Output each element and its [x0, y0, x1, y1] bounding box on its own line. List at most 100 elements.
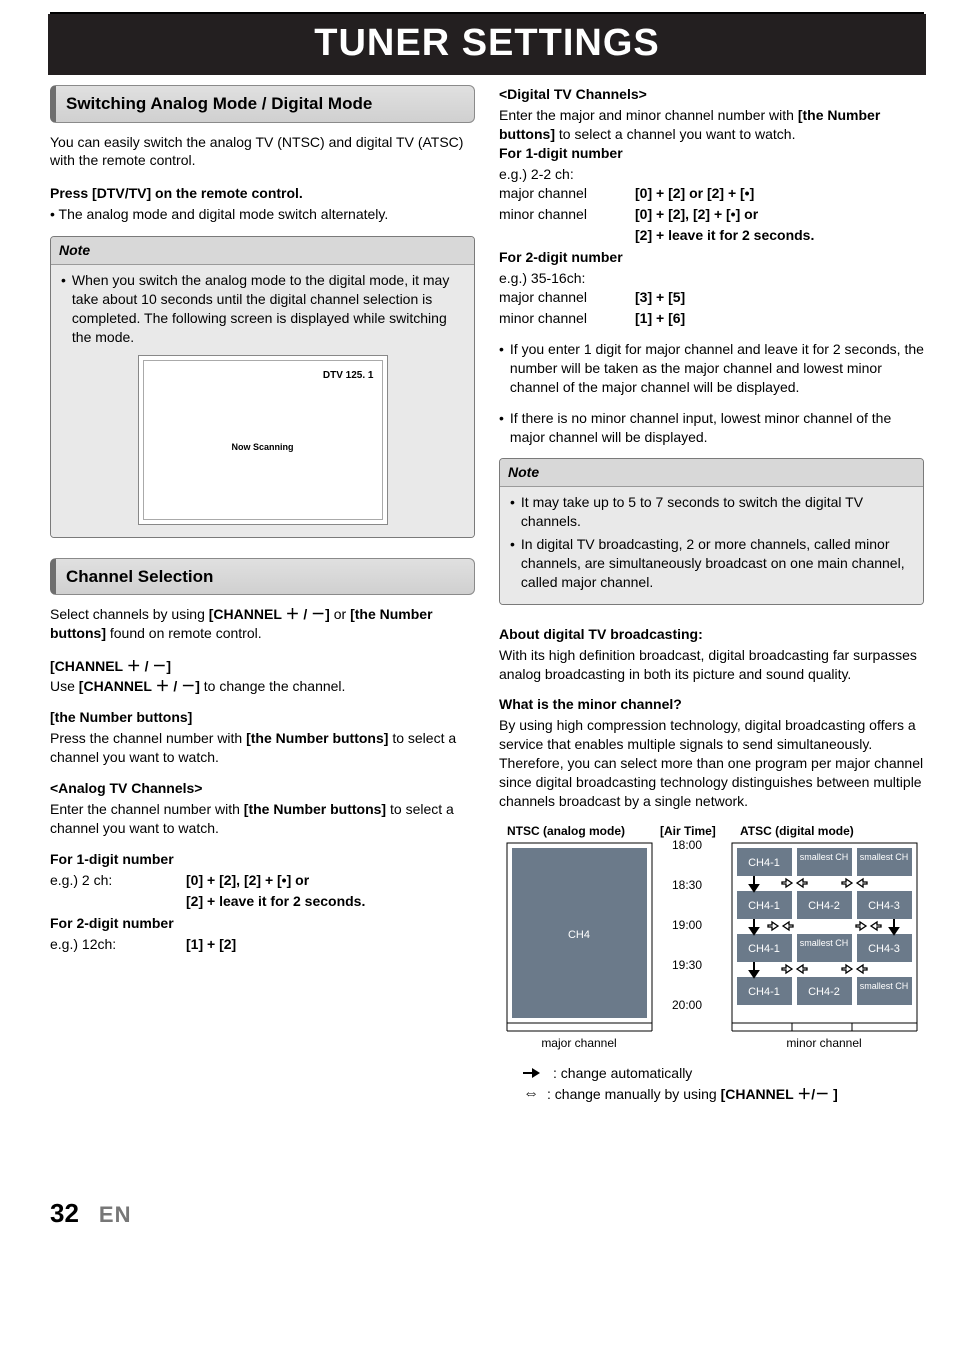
- number-buttons-body: Press the channel number with [the Numbe…: [50, 729, 475, 767]
- svg-text:CH4-2: CH4-2: [808, 900, 840, 912]
- note-heading: Note: [500, 459, 923, 487]
- t: Press the channel number with: [50, 730, 246, 746]
- t: or: [334, 606, 350, 622]
- page-title: TUNER SETTINGS: [48, 14, 926, 75]
- tv-status-msg: Now Scanning: [231, 441, 293, 453]
- note-text: When you switch the analog mode to the d…: [72, 271, 464, 347]
- svg-text:CH4-1: CH4-1: [748, 943, 780, 955]
- note-heading: Note: [51, 237, 474, 265]
- for1-eg-label: e.g.) 2 ch:: [50, 871, 170, 890]
- digital-head: <Digital TV Channels>: [499, 85, 924, 104]
- svg-text:20:00: 20:00: [671, 998, 701, 1012]
- t: [the Number buttons]: [244, 801, 386, 817]
- dia-atsc: ATSC (digital mode): [740, 824, 854, 838]
- for1-eg-line1: [0] + [2], [2] + [•] or: [186, 871, 475, 890]
- note-box-right: Note • It may take up to 5 to 7 seconds …: [499, 458, 924, 604]
- channel-pm-body: Use [CHANNEL ＋ / －] to change the channe…: [50, 677, 475, 696]
- what-p1: By using high compression technology, di…: [499, 716, 924, 754]
- r-for2-eg: e.g.) 35-16ch:: [499, 269, 924, 288]
- r-major-val: [0] + [2] or [2] + [•]: [635, 184, 924, 203]
- bullet-icon: •: [510, 535, 515, 592]
- about-body: With its high definition broadcast, digi…: [499, 646, 924, 684]
- legend-manual: : change manually by using [CHANNEL ＋/－ …: [547, 1085, 838, 1104]
- svg-text:smallest CH: smallest CH: [859, 852, 908, 862]
- t: : change manually by using: [547, 1086, 721, 1102]
- svg-text:smallest CH: smallest CH: [859, 981, 908, 991]
- t: found on remote control.: [110, 625, 262, 641]
- intro-text: You can easily switch the analog TV (NTS…: [50, 133, 475, 171]
- t: to change the channel.: [204, 678, 346, 694]
- svg-text:19:00: 19:00: [671, 918, 701, 932]
- r-minor-label: minor channel: [499, 205, 619, 224]
- diagram-legend: : change automatically ⇔ : change manual…: [499, 1064, 924, 1104]
- bullet-icon: •: [61, 271, 66, 347]
- for1-eg-line2: [2] + leave it for 2 seconds.: [186, 892, 475, 911]
- arrow-open-icon: ⇔: [523, 1086, 539, 1102]
- t: Enter the major and minor channel number…: [499, 107, 798, 123]
- channel-pm-head: [CHANNEL ＋ / －]: [50, 657, 475, 676]
- digital-intro: Enter the major and minor channel number…: [499, 106, 924, 144]
- r2-minor-val: [1] + [6]: [635, 309, 924, 328]
- note-r2: In digital TV broadcasting, 2 or more ch…: [521, 535, 913, 592]
- for2-eg-label: e.g.) 12ch:: [50, 935, 170, 954]
- tv-frame: DTV 125. 1 Now Scanning: [138, 355, 388, 525]
- legend-auto: : change automatically: [553, 1064, 692, 1083]
- press-label: Press [DTV/TV] on the remote control.: [50, 184, 475, 203]
- svg-text:CH4: CH4: [567, 929, 589, 941]
- tv-channel-tag: DTV 125. 1: [323, 369, 374, 383]
- svg-text:CH4-1: CH4-1: [748, 986, 780, 998]
- svg-text:19:30: 19:30: [671, 958, 701, 972]
- section-switch-mode: Switching Analog Mode / Digital Mode: [50, 85, 475, 122]
- press-bullet: • The analog mode and digital mode switc…: [50, 205, 475, 224]
- section-channel-selection: Channel Selection: [50, 558, 475, 595]
- svg-text:CH4-3: CH4-3: [868, 943, 900, 955]
- svg-text:major channel: major channel: [541, 1036, 616, 1050]
- r2-major-val: [3] + [5]: [635, 288, 924, 307]
- page-lang: EN: [99, 1200, 132, 1230]
- right-bullet1: If you enter 1 digit for major channel a…: [510, 340, 924, 397]
- bullet-icon: •: [499, 409, 504, 447]
- svg-text:CH4-3: CH4-3: [868, 900, 900, 912]
- ch-intro: Select channels by using [CHANNEL ＋ / －]…: [50, 605, 475, 643]
- what-head: What is the minor channel?: [499, 695, 924, 714]
- t: [CHANNEL ＋/－ ]: [721, 1086, 838, 1102]
- t: [the Number buttons]: [246, 730, 388, 746]
- note-r1: It may take up to 5 to 7 seconds to swit…: [521, 493, 913, 531]
- svg-text:CH4-1: CH4-1: [748, 900, 780, 912]
- right-bullet2: If there is no minor channel input, lowe…: [510, 409, 924, 447]
- for1-label: For 1-digit number: [50, 850, 475, 869]
- about-head: About digital TV broadcasting:: [499, 625, 924, 644]
- page-number: 32: [50, 1196, 79, 1231]
- note-box-left: Note • When you switch the analog mode t…: [50, 236, 475, 537]
- dia-airtime: [Air Time]: [660, 824, 716, 838]
- bullet-icon: •: [499, 340, 504, 397]
- right-column: <Digital TV Channels> Enter the major an…: [499, 85, 924, 1105]
- analog-head: <Analog TV Channels>: [50, 779, 475, 798]
- channel-diagram: .hdr{font:700 12px sans-serif;} .tm{font…: [499, 823, 924, 1058]
- analog-intro: Enter the channel number with [the Numbe…: [50, 800, 475, 838]
- r2-minor-label: minor channel: [499, 309, 619, 328]
- svg-text:smallest CH: smallest CH: [799, 938, 848, 948]
- for2-label: For 2-digit number: [50, 914, 475, 933]
- arrow-solid-icon: [523, 1068, 545, 1078]
- r-for2-label: For 2-digit number: [499, 248, 924, 267]
- page-footer: 32 EN: [50, 1196, 954, 1231]
- t: Select channels by using: [50, 606, 209, 622]
- t: Enter the channel number with: [50, 801, 244, 817]
- t: to select a channel you want to watch.: [559, 126, 796, 142]
- t: [CHANNEL ＋ / －]: [79, 678, 200, 694]
- svg-text:smallest CH: smallest CH: [799, 852, 848, 862]
- number-buttons-head: [the Number buttons]: [50, 708, 475, 727]
- svg-text:CH4-1: CH4-1: [748, 857, 780, 869]
- r-for1-eg: e.g.) 2-2 ch:: [499, 165, 924, 184]
- r2-major-label: major channel: [499, 288, 619, 307]
- bullet-icon: •: [510, 493, 515, 531]
- svg-text:18:00: 18:00: [671, 838, 701, 852]
- svg-text:18:30: 18:30: [671, 878, 701, 892]
- r-major-label: major channel: [499, 184, 619, 203]
- left-column: Switching Analog Mode / Digital Mode You…: [50, 85, 475, 1105]
- t: Use: [50, 678, 79, 694]
- dia-ntsc: NTSC (analog mode): [507, 824, 625, 838]
- for2-eg-val: [1] + [2]: [186, 935, 475, 954]
- svg-text:CH4-2: CH4-2: [808, 986, 840, 998]
